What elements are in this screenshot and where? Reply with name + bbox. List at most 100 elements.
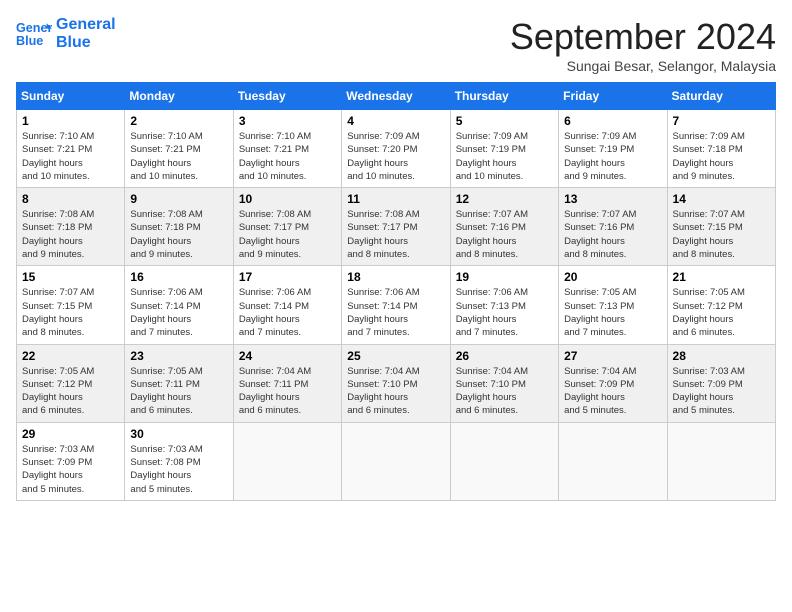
- day-info: Sunrise: 7:09 AMSunset: 7:19 PMDaylight …: [456, 130, 553, 183]
- day-info: Sunrise: 7:04 AMSunset: 7:10 PMDaylight …: [347, 365, 444, 418]
- day-info: Sunrise: 7:10 AMSunset: 7:21 PMDaylight …: [130, 130, 227, 183]
- day-info: Sunrise: 7:05 AMSunset: 7:12 PMDaylight …: [22, 365, 119, 418]
- day-info: Sunrise: 7:05 AMSunset: 7:12 PMDaylight …: [673, 286, 770, 339]
- page-header: General Blue General Blue September 2024…: [16, 16, 776, 74]
- day-info: Sunrise: 7:07 AMSunset: 7:15 PMDaylight …: [673, 208, 770, 261]
- logo-icon: General Blue: [16, 16, 52, 52]
- day-info: Sunrise: 7:06 AMSunset: 7:14 PMDaylight …: [347, 286, 444, 339]
- day-info: Sunrise: 7:08 AMSunset: 7:18 PMDaylight …: [22, 208, 119, 261]
- day-number: 7: [673, 114, 770, 128]
- calendar-cell: 19 Sunrise: 7:06 AMSunset: 7:13 PMDayligh…: [450, 266, 558, 344]
- day-info: Sunrise: 7:03 AMSunset: 7:08 PMDaylight …: [130, 443, 227, 496]
- day-info: Sunrise: 7:07 AMSunset: 7:15 PMDaylight …: [22, 286, 119, 339]
- day-number: 10: [239, 192, 336, 206]
- calendar-cell: 3 Sunrise: 7:10 AMSunset: 7:21 PMDaylight…: [233, 110, 341, 188]
- calendar-cell: 21 Sunrise: 7:05 AMSunset: 7:12 PMDayligh…: [667, 266, 775, 344]
- calendar-cell: 6 Sunrise: 7:09 AMSunset: 7:19 PMDaylight…: [559, 110, 667, 188]
- logo-line2: Blue: [56, 34, 116, 52]
- day-number: 4: [347, 114, 444, 128]
- calendar-week-row: 29Sunrise: 7:03 AMSunset: 7:09 PMDayligh…: [17, 422, 776, 500]
- logo-line1: General: [56, 16, 116, 34]
- day-number: 15: [22, 270, 119, 284]
- day-number: 28: [673, 349, 770, 363]
- calendar-week-row: 22 Sunrise: 7:05 AMSunset: 7:12 PMDayligh…: [17, 344, 776, 422]
- calendar-cell: [342, 422, 450, 500]
- day-number: 23: [130, 349, 227, 363]
- calendar-cell: 22 Sunrise: 7:05 AMSunset: 7:12 PMDayligh…: [17, 344, 125, 422]
- calendar-cell: 4Sunrise: 7:09 AMSunset: 7:20 PMDaylight…: [342, 110, 450, 188]
- day-number: 11: [347, 192, 444, 206]
- day-number: 9: [130, 192, 227, 206]
- calendar-cell: 5Sunrise: 7:09 AMSunset: 7:19 PMDaylight…: [450, 110, 558, 188]
- calendar-cell: 27 Sunrise: 7:04 AMSunset: 7:09 PMDayligh…: [559, 344, 667, 422]
- day-number: 6: [564, 114, 661, 128]
- calendar-cell: 14Sunrise: 7:07 AMSunset: 7:15 PMDayligh…: [667, 188, 775, 266]
- day-number: 16: [130, 270, 227, 284]
- calendar-cell: 25 Sunrise: 7:04 AMSunset: 7:10 PMDayligh…: [342, 344, 450, 422]
- calendar-cell: 16 Sunrise: 7:06 AMSunset: 7:14 PMDayligh…: [125, 266, 233, 344]
- day-number: 8: [22, 192, 119, 206]
- day-number: 24: [239, 349, 336, 363]
- calendar-header-sunday: Sunday: [17, 83, 125, 110]
- day-info: Sunrise: 7:05 AMSunset: 7:11 PMDaylight …: [130, 365, 227, 418]
- calendar-cell: 1 Sunrise: 7:10 AMSunset: 7:21 PMDaylight…: [17, 110, 125, 188]
- day-number: 2: [130, 114, 227, 128]
- calendar-cell: 28 Sunrise: 7:03 AMSunset: 7:09 PMDayligh…: [667, 344, 775, 422]
- day-number: 29: [22, 427, 119, 441]
- day-info: Sunrise: 7:04 AMSunset: 7:11 PMDaylight …: [239, 365, 336, 418]
- calendar-header-tuesday: Tuesday: [233, 83, 341, 110]
- day-info: Sunrise: 7:09 AMSunset: 7:18 PMDaylight …: [673, 130, 770, 183]
- day-number: 3: [239, 114, 336, 128]
- calendar-cell: 15 Sunrise: 7:07 AMSunset: 7:15 PMDayligh…: [17, 266, 125, 344]
- day-info: Sunrise: 7:08 AMSunset: 7:17 PMDaylight …: [239, 208, 336, 261]
- day-info: Sunrise: 7:06 AMSunset: 7:14 PMDaylight …: [239, 286, 336, 339]
- calendar-cell: 30 Sunrise: 7:03 AMSunset: 7:08 PMDayligh…: [125, 422, 233, 500]
- calendar-cell: [559, 422, 667, 500]
- location-subtitle: Sungai Besar, Selangor, Malaysia: [510, 58, 776, 74]
- calendar-cell: 17Sunrise: 7:06 AMSunset: 7:14 PMDayligh…: [233, 266, 341, 344]
- calendar-cell: 18Sunrise: 7:06 AMSunset: 7:14 PMDayligh…: [342, 266, 450, 344]
- logo: General Blue General Blue: [16, 16, 116, 52]
- calendar-header-friday: Friday: [559, 83, 667, 110]
- day-number: 26: [456, 349, 553, 363]
- day-info: Sunrise: 7:05 AMSunset: 7:13 PMDaylight …: [564, 286, 661, 339]
- calendar-week-row: 15 Sunrise: 7:07 AMSunset: 7:15 PMDayligh…: [17, 266, 776, 344]
- calendar-cell: 7 Sunrise: 7:09 AMSunset: 7:18 PMDaylight…: [667, 110, 775, 188]
- title-block: September 2024 Sungai Besar, Selangor, M…: [510, 16, 776, 74]
- day-number: 22: [22, 349, 119, 363]
- calendar-week-row: 8 Sunrise: 7:08 AMSunset: 7:18 PMDaylight…: [17, 188, 776, 266]
- month-title: September 2024: [510, 16, 776, 58]
- day-info: Sunrise: 7:04 AMSunset: 7:10 PMDaylight …: [456, 365, 553, 418]
- day-info: Sunrise: 7:04 AMSunset: 7:09 PMDaylight …: [564, 365, 661, 418]
- calendar-cell: [450, 422, 558, 500]
- calendar-cell: 24 Sunrise: 7:04 AMSunset: 7:11 PMDayligh…: [233, 344, 341, 422]
- day-info: Sunrise: 7:07 AMSunset: 7:16 PMDaylight …: [456, 208, 553, 261]
- calendar-cell: 13Sunrise: 7:07 AMSunset: 7:16 PMDayligh…: [559, 188, 667, 266]
- calendar-cell: 12 Sunrise: 7:07 AMSunset: 7:16 PMDayligh…: [450, 188, 558, 266]
- calendar-cell: 11 Sunrise: 7:08 AMSunset: 7:17 PMDayligh…: [342, 188, 450, 266]
- day-info: Sunrise: 7:06 AMSunset: 7:13 PMDaylight …: [456, 286, 553, 339]
- day-info: Sunrise: 7:10 AMSunset: 7:21 PMDaylight …: [22, 130, 119, 183]
- day-info: Sunrise: 7:09 AMSunset: 7:19 PMDaylight …: [564, 130, 661, 183]
- calendar-table: SundayMondayTuesdayWednesdayThursdayFrid…: [16, 82, 776, 501]
- svg-text:Blue: Blue: [16, 34, 43, 48]
- calendar-cell: [233, 422, 341, 500]
- day-number: 12: [456, 192, 553, 206]
- day-info: Sunrise: 7:06 AMSunset: 7:14 PMDaylight …: [130, 286, 227, 339]
- calendar-cell: 8 Sunrise: 7:08 AMSunset: 7:18 PMDaylight…: [17, 188, 125, 266]
- day-number: 1: [22, 114, 119, 128]
- calendar-header-saturday: Saturday: [667, 83, 775, 110]
- day-number: 20: [564, 270, 661, 284]
- day-info: Sunrise: 7:03 AMSunset: 7:09 PMDaylight …: [673, 365, 770, 418]
- day-info: Sunrise: 7:10 AMSunset: 7:21 PMDaylight …: [239, 130, 336, 183]
- day-number: 25: [347, 349, 444, 363]
- calendar-cell: 29Sunrise: 7:03 AMSunset: 7:09 PMDayligh…: [17, 422, 125, 500]
- calendar-header-thursday: Thursday: [450, 83, 558, 110]
- calendar-cell: 20 Sunrise: 7:05 AMSunset: 7:13 PMDayligh…: [559, 266, 667, 344]
- day-number: 27: [564, 349, 661, 363]
- day-number: 21: [673, 270, 770, 284]
- day-number: 19: [456, 270, 553, 284]
- day-info: Sunrise: 7:08 AMSunset: 7:17 PMDaylight …: [347, 208, 444, 261]
- calendar-week-row: 1 Sunrise: 7:10 AMSunset: 7:21 PMDaylight…: [17, 110, 776, 188]
- day-number: 30: [130, 427, 227, 441]
